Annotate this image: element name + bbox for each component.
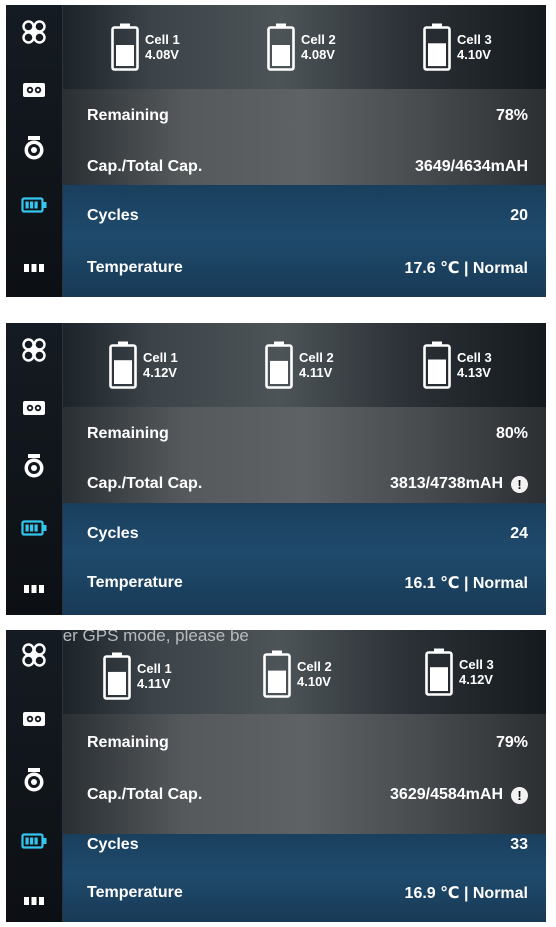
battery-icon[interactable]	[6, 192, 62, 218]
sidebar	[6, 630, 63, 922]
cell-2-battery-icon	[267, 23, 295, 71]
cell-3-battery-icon	[423, 23, 451, 71]
capacity-label: Cap./Total Cap.	[87, 786, 203, 803]
temperature-label: Temperature	[87, 574, 183, 591]
remaining-row: Remaining 79%	[87, 728, 528, 758]
cell-1-voltage: 4.12V	[143, 365, 177, 380]
cell-3-battery-icon	[423, 341, 451, 389]
cell-1-voltage: 4.08V	[145, 47, 179, 62]
capacity-value: 3649/4634mAH	[415, 158, 528, 175]
camera-icon[interactable]	[6, 765, 62, 795]
temperature-label: Temperature	[87, 259, 183, 276]
cell-3-label: Cell 3	[457, 32, 492, 47]
cycles-value: 24	[510, 525, 528, 542]
propeller-icon[interactable]	[6, 335, 62, 365]
gimbal-icon[interactable]	[6, 395, 62, 421]
cell-2-voltage: 4.08V	[301, 47, 335, 62]
cell-1-label: Cell 1	[137, 661, 172, 676]
cell-3-voltage: 4.12V	[459, 672, 493, 687]
cycles-label: Cycles	[87, 207, 139, 224]
gimbal-icon[interactable]	[6, 77, 62, 103]
cell-2: Cell 2 4.11V	[265, 341, 334, 389]
capacity-row: Cap./Total Cap. 3629/4584mAH!	[87, 780, 528, 810]
temperature-label: Temperature	[87, 884, 183, 901]
cell-3-label: Cell 3	[459, 657, 494, 672]
cycles-value: 33	[510, 836, 528, 853]
cell-2-label: Cell 2	[297, 659, 332, 674]
cell-1-battery-icon	[103, 652, 131, 700]
more-icon[interactable]	[6, 257, 62, 279]
capacity-value: 3813/4738mAH	[390, 475, 503, 492]
temperature-row: Temperature 16.1 ℃ | Normal	[87, 568, 528, 598]
info-icon[interactable]: !	[511, 475, 528, 493]
cell-1: Cell 1 4.08V	[111, 23, 180, 71]
battery-details: Cell 1 4.12V Cell 2 4.11V Cell 3 4.13V Rema…	[63, 323, 546, 615]
temperature-value: 16.9 ℃ | Normal	[404, 885, 528, 902]
capacity-row: Cap./Total Cap. 3649/4634mAH	[87, 152, 528, 182]
capacity-row: Cap./Total Cap. 3813/4738mAH!	[87, 469, 528, 499]
capacity-label: Cap./Total Cap.	[87, 158, 203, 175]
cell-2-label: Cell 2	[299, 350, 334, 365]
gimbal-icon[interactable]	[6, 706, 62, 732]
camera-icon[interactable]	[6, 133, 62, 163]
cycles-value: 20	[510, 207, 528, 224]
remaining-label: Remaining	[87, 425, 169, 442]
remaining-value: 80%	[495, 425, 528, 442]
cell-2: Cell 2 4.10V	[263, 650, 332, 698]
capacity-value: 3629/4584mAH	[390, 786, 503, 803]
propeller-icon[interactable]	[6, 17, 62, 47]
remaining-value: 78%	[495, 107, 528, 124]
cell-1-label: Cell 1	[143, 350, 178, 365]
cycles-label: Cycles	[87, 525, 139, 542]
cell-3: Cell 3 4.12V	[425, 648, 494, 696]
remaining-label: Remaining	[87, 734, 169, 751]
remaining-label: Remaining	[87, 107, 169, 124]
cell-1-battery-icon	[111, 23, 139, 71]
battery-screen-1: Cell 1 4.08V Cell 2 4.08V Cell 3 4.10V Rema…	[6, 5, 546, 297]
cell-1-label: Cell 1	[145, 32, 180, 47]
propeller-icon[interactable]	[6, 640, 62, 670]
gps-notice: e to enter GPS mode, please be	[63, 630, 249, 645]
sidebar	[6, 323, 63, 615]
remaining-row: Remaining 80%	[87, 419, 528, 449]
cell-3-voltage: 4.10V	[457, 47, 491, 62]
temperature-row: Temperature 16.9 ℃ | Normal	[87, 878, 528, 908]
info-icon[interactable]: !	[511, 786, 528, 804]
temperature-value: 16.1 ℃ | Normal	[404, 575, 528, 592]
cell-3-voltage: 4.13V	[457, 365, 491, 380]
cell-2-battery-icon	[265, 341, 293, 389]
camera-icon[interactable]	[6, 451, 62, 481]
cell-2-voltage: 4.10V	[297, 674, 331, 689]
cycles-label: Cycles	[87, 836, 139, 853]
cell-3: Cell 3 4.13V	[423, 341, 492, 389]
temperature-value: 17.6 ℃ | Normal	[404, 260, 528, 277]
cell-1: Cell 1 4.12V	[109, 341, 178, 389]
cell-2-label: Cell 2	[301, 32, 336, 47]
more-icon[interactable]	[6, 890, 62, 912]
remaining-value: 79%	[495, 734, 528, 751]
capacity-label: Cap./Total Cap.	[87, 475, 203, 492]
cell-2: Cell 2 4.08V	[267, 23, 336, 71]
cell-3-battery-icon	[425, 648, 453, 696]
sidebar	[6, 5, 63, 297]
cell-2-voltage: 4.11V	[299, 365, 333, 380]
cell-3: Cell 3 4.10V	[423, 23, 492, 71]
cell-1-battery-icon	[109, 341, 137, 389]
battery-screen-3: e to enter GPS mode, please be Cell 14.1…	[6, 630, 546, 922]
cell-3-label: Cell 3	[457, 350, 492, 365]
cell-2-battery-icon	[263, 650, 291, 698]
remaining-row: Remaining 78%	[87, 101, 528, 131]
battery-icon[interactable]	[6, 828, 62, 854]
cycles-row: Cycles 33	[87, 830, 528, 860]
battery-icon[interactable]	[6, 515, 62, 541]
battery-screen-2: Cell 1 4.12V Cell 2 4.11V Cell 3 4.13V Rema…	[6, 323, 546, 615]
temperature-row: Temperature 17.6 ℃ | Normal	[87, 253, 528, 283]
cycles-row: Cycles 24	[87, 519, 528, 549]
battery-details: e to enter GPS mode, please be Cell 14.1…	[63, 630, 546, 922]
cycles-row: Cycles 20	[87, 201, 528, 231]
cell-1-voltage: 4.11V	[137, 676, 171, 691]
cell-1: Cell 1 4.11V	[103, 652, 172, 700]
battery-details: Cell 1 4.08V Cell 2 4.08V Cell 3 4.10V Rema…	[63, 5, 546, 297]
more-icon[interactable]	[6, 578, 62, 600]
